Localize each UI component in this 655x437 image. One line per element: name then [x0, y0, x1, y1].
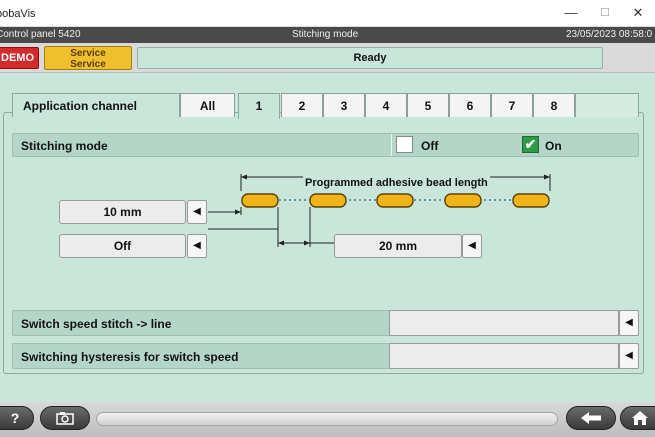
- switch-speed-field[interactable]: [389, 310, 619, 336]
- tab-4[interactable]: 4: [365, 93, 407, 117]
- gap-arrow-a: [235, 209, 241, 215]
- bottom-track: [96, 412, 558, 426]
- hysteresis-arrow-button[interactable]: ◀: [619, 343, 639, 369]
- offset-field[interactable]: Off: [59, 234, 186, 258]
- bead-3: [376, 193, 414, 208]
- on-label: On: [545, 139, 562, 153]
- check-icon: ✔: [524, 136, 537, 152]
- mode-name: Stitching mode: [292, 29, 359, 40]
- off-checkbox[interactable]: [396, 136, 413, 153]
- panel-name: Control panel 5420: [0, 29, 81, 40]
- app-title: bobaVis: [0, 8, 36, 20]
- back-arrow-icon: [581, 412, 601, 424]
- minimize-icon[interactable]: —: [561, 4, 581, 22]
- tab-7[interactable]: 7: [491, 93, 533, 117]
- tab-8[interactable]: 8: [533, 93, 575, 117]
- distance-arrow-button[interactable]: ◀: [187, 200, 207, 224]
- tab-2[interactable]: 2: [281, 93, 323, 117]
- row-divider: [391, 134, 392, 156]
- tab-spacer: [575, 93, 639, 117]
- bead-2: [309, 193, 347, 208]
- stitching-mode-row: Stitching mode Off ✔ On: [12, 133, 639, 157]
- service-button[interactable]: Service Service: [44, 46, 132, 70]
- gap-arrow-b: [278, 240, 284, 246]
- help-button[interactable]: ?: [0, 406, 34, 430]
- arrow-left-icon: ◀: [625, 350, 633, 361]
- switch-speed-arrow-button[interactable]: ◀: [619, 310, 639, 336]
- camera-button[interactable]: [40, 406, 90, 430]
- close-icon[interactable]: ✕: [628, 4, 648, 22]
- home-button[interactable]: [620, 406, 655, 430]
- hysteresis-field[interactable]: [389, 343, 619, 369]
- dim-arrow-right: [544, 174, 550, 180]
- bead-4: [444, 193, 482, 208]
- gap-arrow-button[interactable]: ◀: [462, 234, 482, 258]
- stitching-mode-label: Stitching mode: [21, 139, 108, 153]
- arrow-left-icon: ◀: [468, 240, 476, 251]
- gap-field[interactable]: 20 mm: [334, 234, 462, 258]
- gap-arrow-c: [304, 240, 310, 246]
- tab-5[interactable]: 5: [407, 93, 449, 117]
- application-channel-label: Application channel: [12, 93, 180, 117]
- bead-1: [241, 193, 279, 208]
- on-checkbox[interactable]: ✔: [522, 136, 539, 153]
- arrow-left-icon: ◀: [625, 317, 633, 328]
- offset-arrow-button[interactable]: ◀: [187, 234, 207, 258]
- maximize-icon[interactable]: ☐: [595, 4, 615, 22]
- title-bar: [0, 0, 655, 27]
- channel-tabs: Application channel All 1 2 3 4 5 6 7 8: [12, 93, 639, 119]
- arrow-left-icon: ◀: [193, 206, 201, 217]
- tab-6[interactable]: 6: [449, 93, 491, 117]
- datetime: 23/05/2023 08:58:0: [566, 29, 653, 40]
- switch-speed-label: Switch speed stitch -> line: [21, 317, 172, 331]
- distance-field[interactable]: 10 mm: [59, 200, 186, 224]
- demo-badge[interactable]: DEMO: [0, 47, 39, 69]
- tab-all[interactable]: All: [180, 93, 235, 117]
- service-line-1: Service: [70, 48, 106, 59]
- bead-length-label: Programmed adhesive bead length: [305, 177, 488, 189]
- arrow-left-icon: ◀: [193, 240, 201, 251]
- hysteresis-label: Switching hysteresis for switch speed: [21, 350, 239, 364]
- dim-arrow-left: [241, 174, 247, 180]
- camera-icon: [56, 412, 74, 425]
- info-bar: Control panel 5420 Stitching mode 23/05/…: [0, 27, 655, 43]
- service-line-2: Service: [70, 59, 106, 70]
- ready-status: Ready: [137, 47, 603, 69]
- tab-1[interactable]: 1: [238, 93, 280, 119]
- tab-3[interactable]: 3: [323, 93, 365, 117]
- home-icon: [632, 411, 648, 425]
- leader-lines: [208, 207, 334, 247]
- back-button[interactable]: [566, 406, 616, 430]
- off-label: Off: [421, 139, 439, 153]
- bead-5: [512, 193, 550, 208]
